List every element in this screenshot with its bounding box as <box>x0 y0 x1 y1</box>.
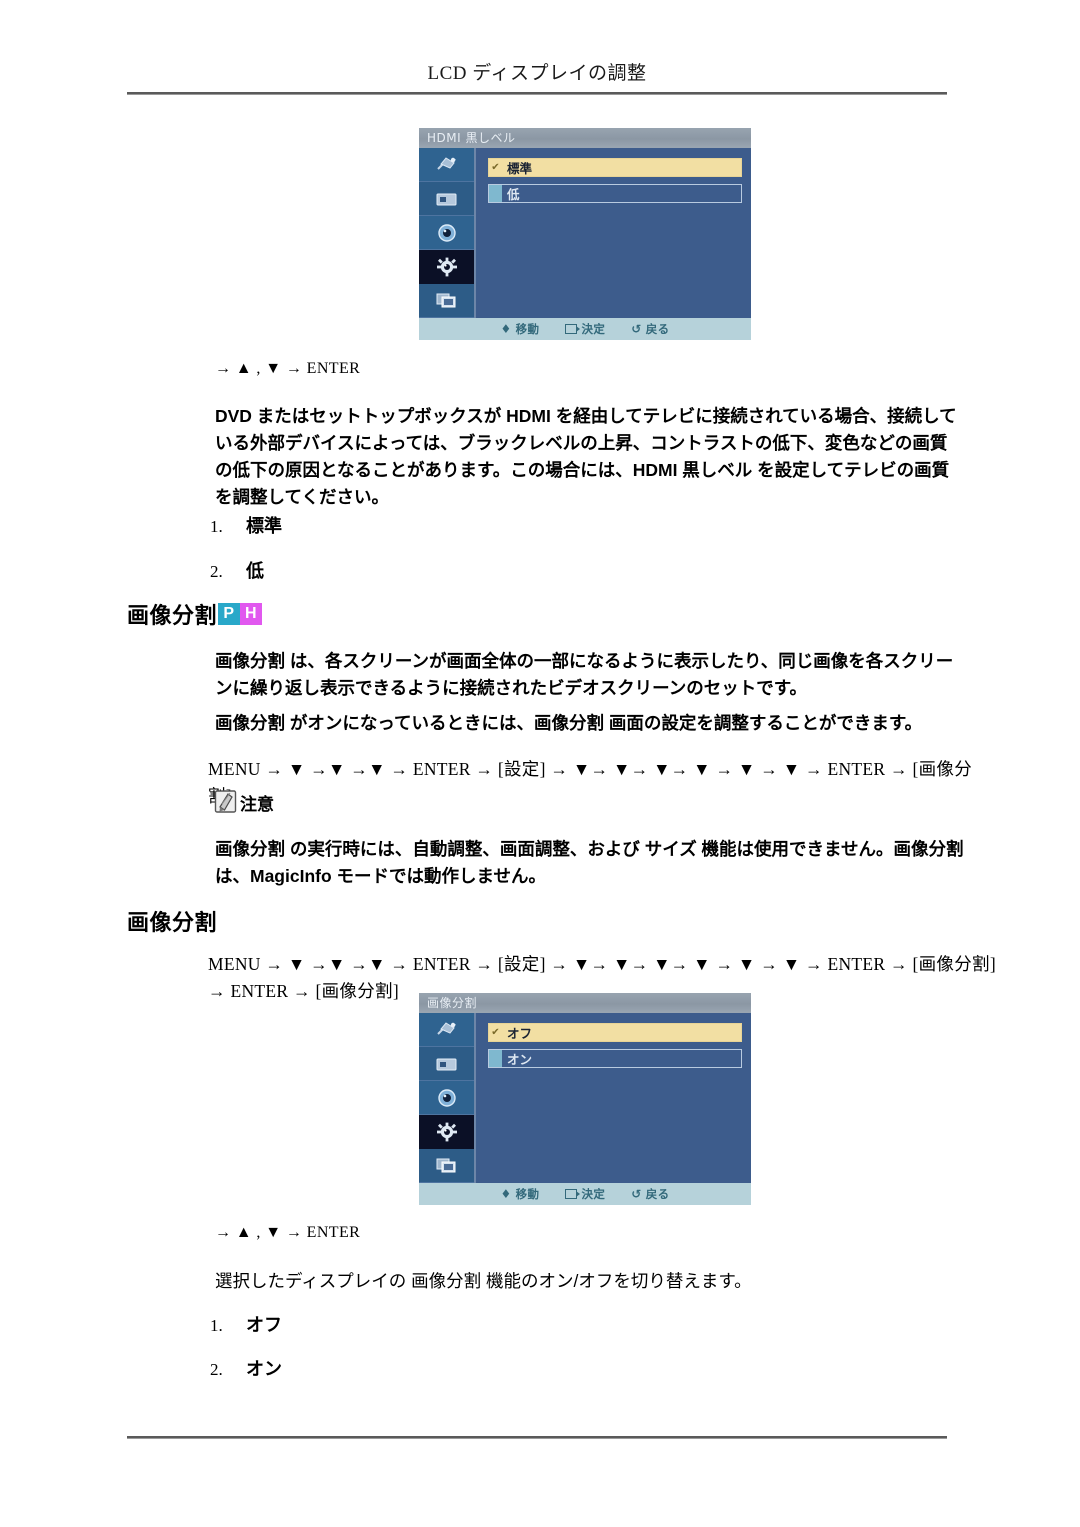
footer-divider <box>127 1436 947 1439</box>
display-icon[interactable] <box>419 182 474 216</box>
list-number: 1. <box>210 517 223 536</box>
section-title-text: 画像分割 <box>127 910 218 935</box>
badge-p-icon: P <box>218 603 241 625</box>
page-header-title: LCD ディスプレイの調整 <box>427 63 647 84</box>
footer-move: ♦ 移動 <box>500 321 539 337</box>
osd-option-label: オン <box>507 1052 533 1067</box>
footer-return-label: 戻る <box>645 1187 670 1201</box>
list-number: 1. <box>210 1316 223 1335</box>
hdmi-keys-line: → ▲ , ▼ → ENTER <box>215 360 361 377</box>
list-value: 低 <box>246 561 264 581</box>
display-icon[interactable] <box>419 1047 474 1081</box>
footer-move-label: 移動 <box>515 322 540 336</box>
sound-icon[interactable] <box>419 1081 474 1115</box>
osd-option-row[interactable]: ✔ オフ <box>488 1023 742 1042</box>
multi-display-icon[interactable] <box>419 284 474 318</box>
osd-sidebar <box>419 1013 476 1183</box>
bullet-icon <box>489 1050 502 1067</box>
enter-key-icon <box>565 1189 581 1199</box>
footer-enter-label: 決定 <box>581 322 606 336</box>
pip2-description: 選択したディスプレイの 画像分割 機能のオン/オフを切り替えます。 <box>215 1271 752 1291</box>
bullet-icon <box>489 185 502 202</box>
osd-options: ✔ 標準 低 <box>476 148 751 318</box>
list-item: 2. 低 <box>210 557 264 583</box>
note-label: 注意 <box>240 795 274 814</box>
section-title-pip2: 画像分割 <box>127 905 217 937</box>
pip-description-2: 画像分割 がオンになっているときには、画像分割 画面の設定を調整することができま… <box>215 713 923 733</box>
list-item: 1. 標準 <box>210 512 282 538</box>
updown-arrow-icon: ♦ <box>500 322 512 336</box>
osd-sidebar <box>419 148 476 318</box>
osd-option-row[interactable]: 低 <box>488 184 742 203</box>
setup-icon[interactable] <box>419 1115 474 1149</box>
setup-icon[interactable] <box>419 250 474 284</box>
footer-move-label: 移動 <box>515 1187 540 1201</box>
section-title-pip: 画像分割 P H <box>127 598 263 630</box>
footer-enter-label: 決定 <box>581 1187 606 1201</box>
return-arrow-icon: ↺ <box>631 1187 642 1201</box>
footer-return-label: 戻る <box>645 322 670 336</box>
footer-return: ↺ 戻る <box>631 321 669 337</box>
pip2-keys-line: → ▲ , ▼ → ENTER <box>215 1224 361 1241</box>
osd-main: ✔ 標準 低 <box>419 148 751 318</box>
osd-option-row[interactable]: オン <box>488 1049 742 1068</box>
osd-option-label: 低 <box>507 187 520 202</box>
osd-footer: ♦ 移動 決定 ↺ 戻る <box>419 318 751 340</box>
multi-display-icon[interactable] <box>419 1149 474 1183</box>
list-value: 標準 <box>246 516 282 536</box>
pip2-menu-path-line1: MENU → ▼ →▼ →▼ → ENTER → [設定] → ▼→ ▼→ ▼→… <box>208 954 996 974</box>
pip-menu-path: MENU → ▼ →▼ →▼ → ENTER → [設定] → ▼→ ▼→ ▼→… <box>208 756 988 810</box>
osd-option-row[interactable]: ✔ 標準 <box>488 158 742 177</box>
osd-pip: 画像分割 ✔ オフ オン ♦ 移動 決定 ↺ 戻る <box>419 993 751 1205</box>
note-pen-icon <box>214 790 237 813</box>
updown-arrow-icon: ♦ <box>500 1187 512 1201</box>
picture-icon[interactable] <box>419 1013 474 1047</box>
osd-title: 画像分割 <box>419 993 751 1013</box>
sound-icon[interactable] <box>419 216 474 250</box>
osd-main: ✔ オフ オン <box>419 1013 751 1183</box>
hdmi-description: DVD またはセットトップボックスが HDMI を経由してテレビに接続されている… <box>215 406 957 507</box>
list-item: 2. オン <box>210 1355 282 1381</box>
osd-footer: ♦ 移動 決定 ↺ 戻る <box>419 1183 751 1205</box>
picture-icon[interactable] <box>419 148 474 182</box>
return-arrow-icon: ↺ <box>631 322 642 336</box>
list-value: オフ <box>246 1315 282 1335</box>
osd-option-label: オフ <box>507 1026 533 1041</box>
osd-option-label: 標準 <box>507 161 533 176</box>
check-icon: ✔ <box>491 162 500 173</box>
list-number: 2. <box>210 562 223 581</box>
note-text: 画像分割 の実行時には、自動調整、画面調整、および サイズ 機能は使用できません… <box>215 839 964 886</box>
osd-hdmi-black-level: HDMI 黒しベル ✔ 標準 低 ♦ 移動 決定 ↺ 戻る <box>419 128 751 340</box>
section-title-text: 画像分割 <box>127 603 218 628</box>
list-value: オン <box>246 1359 282 1379</box>
osd-title: HDMI 黒しベル <box>419 128 751 148</box>
enter-key-icon <box>565 324 581 334</box>
note-heading: 注意 <box>213 789 274 815</box>
list-item: 1. オフ <box>210 1311 282 1337</box>
pip-menu-path-text: MENU → ▼ →▼ →▼ → ENTER → [設定] → ▼→ ▼→ ▼→… <box>208 759 973 806</box>
footer-move: ♦ 移動 <box>500 1186 539 1202</box>
header-divider <box>127 92 947 95</box>
footer-enter: 決定 <box>565 1186 605 1202</box>
footer-return: ↺ 戻る <box>631 1186 669 1202</box>
footer-enter: 決定 <box>565 321 605 337</box>
mode-badges: P H <box>218 603 263 625</box>
list-number: 2. <box>210 1360 223 1379</box>
check-icon: ✔ <box>491 1027 500 1038</box>
pip-description-1: 画像分割 は、各スクリーンが画面全体の一部になるように表示したり、同じ画像を各ス… <box>215 651 954 698</box>
badge-h-icon: H <box>240 603 263 625</box>
osd-options: ✔ オフ オン <box>476 1013 751 1183</box>
